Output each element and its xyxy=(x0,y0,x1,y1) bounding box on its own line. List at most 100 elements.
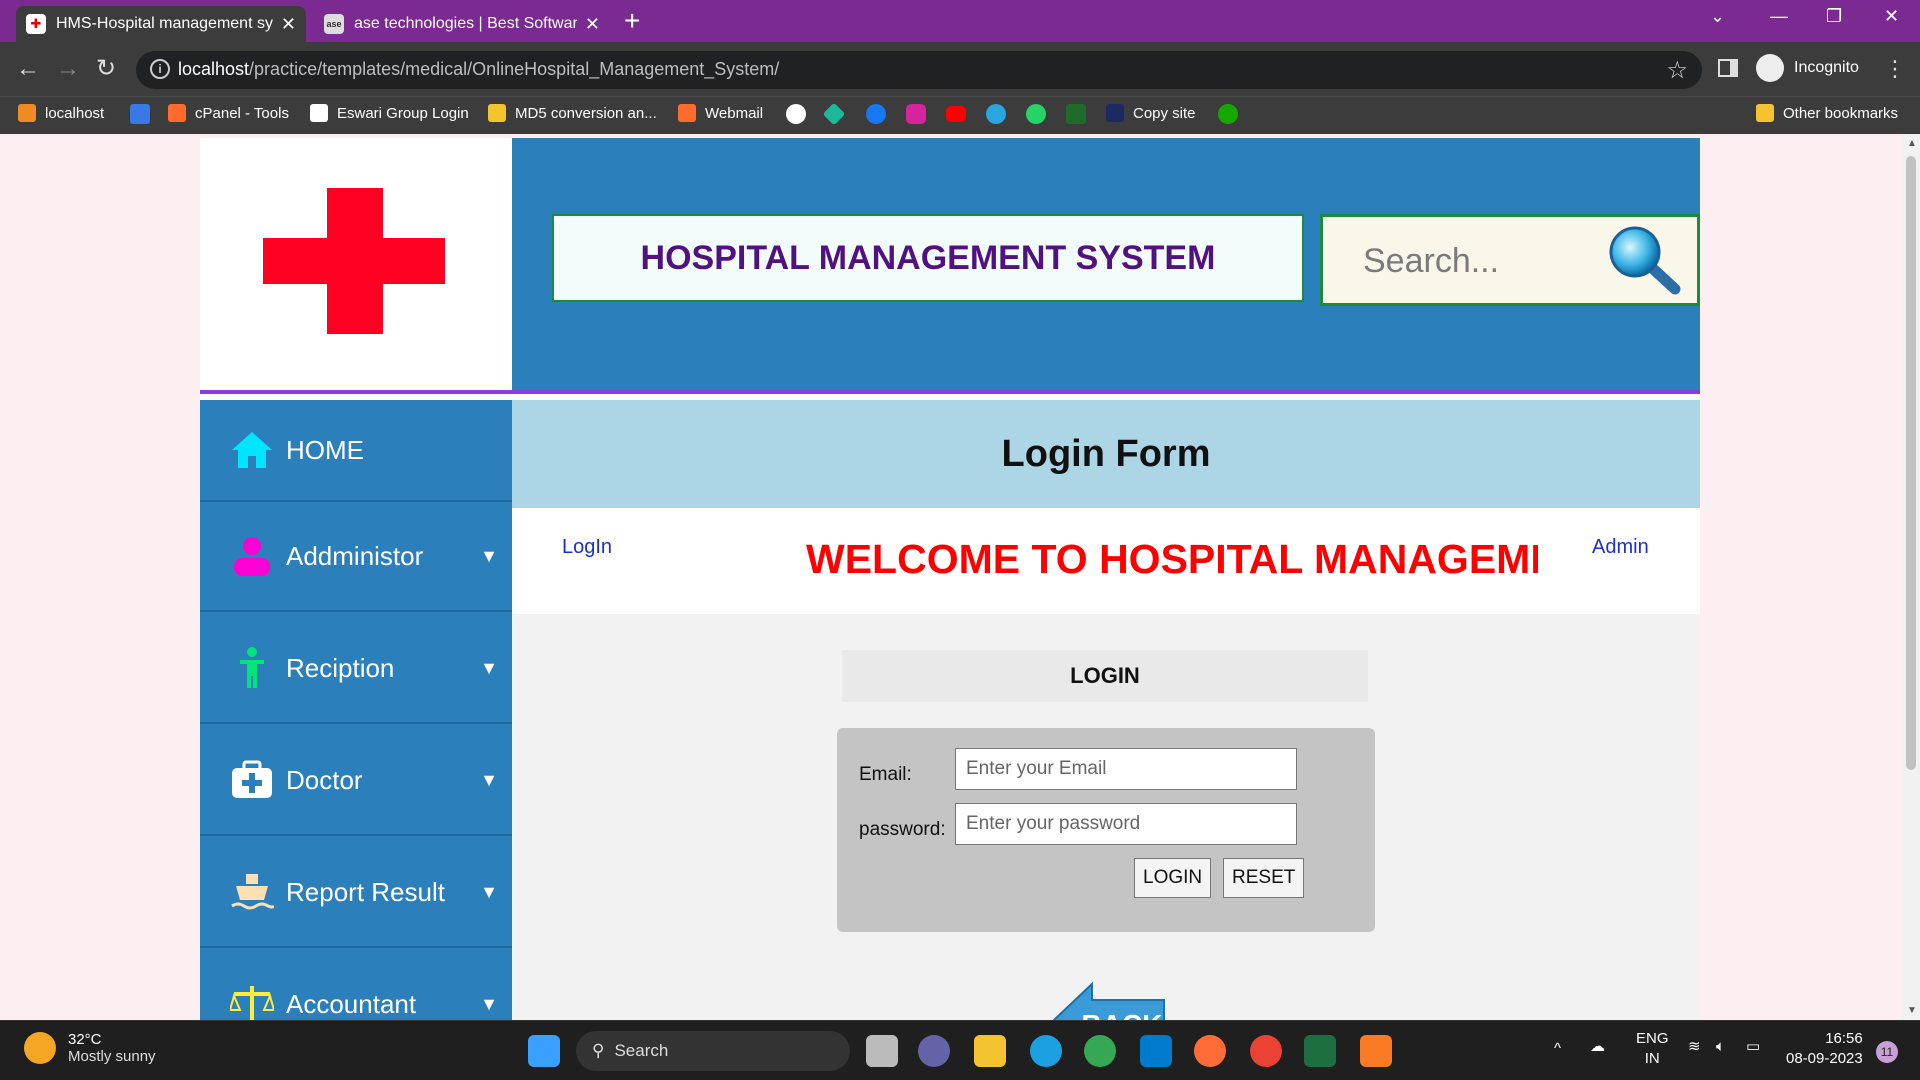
red-cross-logo-bar xyxy=(263,238,445,284)
folder-green-icon[interactable] xyxy=(1066,104,1086,124)
chevron-down-icon[interactable]: ▼ xyxy=(480,770,498,791)
file-explorer-icon[interactable] xyxy=(974,1035,1006,1067)
wifi-icon[interactable]: ≋ xyxy=(1688,1037,1701,1057)
upwork-icon[interactable] xyxy=(1218,104,1238,124)
sidebar-item-administrator[interactable]: Addministor ▼ xyxy=(200,502,512,612)
home-icon xyxy=(232,432,272,468)
address-bar[interactable]: i localhost/practice/templates/medical/O… xyxy=(136,51,1702,89)
key-icon xyxy=(488,104,506,122)
browser-toolbar: ← → ↻ i localhost/practice/templates/med… xyxy=(0,42,1920,96)
battery-icon[interactable]: ▭ xyxy=(1746,1037,1760,1057)
task-view-icon[interactable] xyxy=(866,1035,898,1067)
incognito-profile[interactable]: Incognito xyxy=(1756,54,1859,82)
folder-icon xyxy=(1756,104,1774,122)
back-arrow-icon[interactable]: ← xyxy=(16,54,40,84)
weather-widget[interactable]: 32°C Mostly sunny xyxy=(24,1031,156,1065)
scroll-down-icon[interactable]: ▼ xyxy=(1907,1005,1917,1016)
close-tab-icon[interactable]: ✕ xyxy=(585,14,600,35)
page-scrollbar[interactable]: ▲ ▼ xyxy=(1902,134,1920,1020)
login-button[interactable]: LOGIN xyxy=(1134,858,1212,898)
chevron-down-icon[interactable]: ▼ xyxy=(480,882,498,903)
windows-start-icon[interactable] xyxy=(528,1035,560,1067)
login-link[interactable]: LogIn xyxy=(562,536,612,559)
bookmark-eswari[interactable]: Eswari Group Login xyxy=(310,104,469,122)
search-icon[interactable] xyxy=(1605,225,1685,297)
ship-icon xyxy=(231,874,274,910)
web-page: HOSPITAL MANAGEMENT SYSTEM Search... HOM… xyxy=(0,134,1920,1020)
close-tab-icon[interactable]: ✕ xyxy=(281,14,296,35)
sidebar-item-label: Doctor xyxy=(286,764,363,795)
close-window-icon[interactable]: ✕ xyxy=(1884,6,1899,27)
sidebar-item-doctor[interactable]: Doctor ▼ xyxy=(200,726,512,836)
hospital-favicon-icon: ✚ xyxy=(26,14,46,34)
medical-kit-icon xyxy=(232,760,272,798)
teams-chat-icon[interactable] xyxy=(918,1035,950,1067)
language-indicator[interactable]: ENG IN xyxy=(1636,1029,1669,1069)
bookmark-localhost[interactable]: localhost xyxy=(18,104,104,122)
youtube-icon[interactable] xyxy=(946,106,966,122)
w-icon xyxy=(1106,104,1124,122)
sun-icon xyxy=(24,1032,56,1064)
volume-icon[interactable]: 🔈︎ xyxy=(1716,1037,1725,1057)
chrome-incognito-icon[interactable] xyxy=(1250,1035,1282,1067)
bookmark-cpanel[interactable]: cPanel - Tools xyxy=(168,104,289,122)
search-input[interactable] xyxy=(1363,239,1603,283)
edge-icon[interactable] xyxy=(1030,1035,1062,1067)
tray-overflow-icon[interactable]: ^ xyxy=(1554,1039,1561,1059)
clock[interactable]: 16:56 08-09-2023 xyxy=(1786,1029,1863,1069)
excel-icon[interactable] xyxy=(1304,1035,1336,1067)
postman-icon[interactable] xyxy=(1194,1035,1226,1067)
tab-hms[interactable]: ✚ HMS-Hospital management syste ✕ xyxy=(16,6,306,42)
sidebar-item-accountant[interactable]: Accountant ▼ xyxy=(200,950,512,1020)
sidebar-item-reception[interactable]: Reciption ▼ xyxy=(200,614,512,724)
vscode-icon[interactable] xyxy=(1140,1035,1172,1067)
whatsapp-icon[interactable] xyxy=(1026,104,1046,124)
cpanel-icon xyxy=(168,104,186,122)
sidebar-item-report-result[interactable]: Report Result ▼ xyxy=(200,838,512,948)
chevron-down-icon[interactable]: ▼ xyxy=(480,658,498,679)
tab-ase[interactable]: ase ase technologies | Best Software ✕ xyxy=(314,6,610,42)
xampp-icon xyxy=(18,104,36,122)
bookmark-md5[interactable]: MD5 conversion an... xyxy=(488,104,657,122)
reset-button[interactable]: RESET xyxy=(1223,858,1305,898)
forward-arrow-icon[interactable]: → xyxy=(56,54,80,84)
reload-icon[interactable]: ↻ xyxy=(96,54,116,84)
chrome-icon[interactable] xyxy=(1084,1035,1116,1067)
taskbar-search[interactable]: ⚲ Search xyxy=(576,1031,850,1071)
main-content: Login Form LogIn WELCOME TO HOSPITAL MAN… xyxy=(512,400,1700,1020)
site-header: HOSPITAL MANAGEMENT SYSTEM xyxy=(512,138,1700,390)
sidebar-item-label: Reciption xyxy=(286,652,395,683)
bookmark-copy-site[interactable]: Copy site xyxy=(1106,104,1196,122)
instagram-icon[interactable] xyxy=(906,104,926,124)
telegram-icon[interactable] xyxy=(986,104,1006,124)
scroll-thumb[interactable] xyxy=(1906,156,1916,770)
onedrive-icon[interactable]: ☁ xyxy=(1590,1037,1605,1057)
admin-link[interactable]: Admin xyxy=(1592,536,1649,559)
other-bookmarks[interactable]: Other bookmarks xyxy=(1756,104,1898,122)
page-container: HOSPITAL MANAGEMENT SYSTEM Search... HOM… xyxy=(200,138,1700,1020)
email-field[interactable] xyxy=(955,748,1297,790)
f-bookmark-icon[interactable] xyxy=(130,104,150,124)
notification-badge[interactable]: 11 xyxy=(1876,1041,1898,1063)
side-panel-icon[interactable] xyxy=(1718,59,1738,77)
scroll-up-icon[interactable]: ▲ xyxy=(1907,138,1917,149)
minimize-icon[interactable]: — xyxy=(1770,6,1788,27)
back-button[interactable]: BACK xyxy=(1052,980,1168,1020)
new-tab-icon[interactable]: + xyxy=(624,6,640,36)
facebook-icon[interactable] xyxy=(866,104,886,124)
sidebar-item-home[interactable]: HOME xyxy=(200,400,512,502)
github-icon[interactable] xyxy=(786,104,806,124)
sidebar-item-label: Accountant xyxy=(286,988,417,1019)
menu-dots-icon[interactable]: ⋮ xyxy=(1884,56,1906,82)
xampp-icon[interactable] xyxy=(1360,1035,1392,1067)
tab-search-icon[interactable]: ⌄ xyxy=(1710,6,1725,27)
chevron-down-icon[interactable]: ▼ xyxy=(480,546,498,567)
bookmark-star-icon[interactable]: ☆ xyxy=(1666,56,1688,85)
chevron-down-icon[interactable]: ▼ xyxy=(480,994,498,1015)
password-field[interactable] xyxy=(955,803,1297,845)
os-taskbar: 32°C Mostly sunny ⚲ Search ^ ☁ ENG IN ≋ 🔈… xyxy=(0,1020,1920,1080)
g-icon xyxy=(310,104,328,122)
site-info-icon[interactable]: i xyxy=(150,59,170,79)
restore-icon[interactable]: ❐ xyxy=(1826,6,1842,27)
bookmark-webmail[interactable]: Webmail xyxy=(678,104,763,122)
